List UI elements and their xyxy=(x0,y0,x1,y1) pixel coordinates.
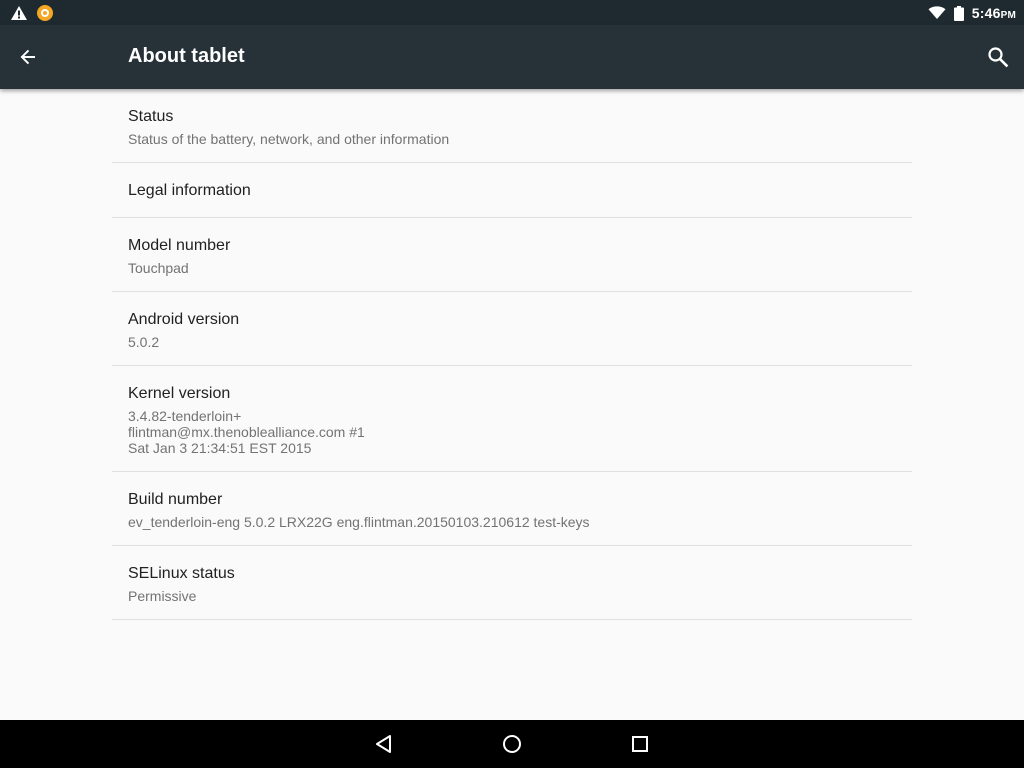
app-bar: About tablet xyxy=(0,25,1024,89)
nav-home-button[interactable] xyxy=(500,732,524,756)
list-item-legal-information[interactable]: Legal information xyxy=(112,163,912,218)
settings-list: Status Status of the battery, network, a… xyxy=(112,89,912,620)
item-subtitle: ev_tenderloin-eng 5.0.2 LRX22G eng.flint… xyxy=(128,514,590,530)
search-button[interactable] xyxy=(984,43,1012,71)
page-title: About tablet xyxy=(128,45,245,67)
item-subtitle: Status of the battery, network, and othe… xyxy=(128,131,450,147)
status-bar: 5:46PM xyxy=(0,0,1024,25)
item-subtitle: Permissive xyxy=(128,588,197,604)
home-circle-icon xyxy=(503,735,521,753)
warning-icon xyxy=(11,6,27,20)
back-triangle-icon xyxy=(376,735,391,753)
item-title: Model number xyxy=(128,237,231,254)
list-item-android-version[interactable]: Android version 5.0.2 xyxy=(112,292,912,366)
battery-icon xyxy=(953,5,964,21)
clock-ampm: PM xyxy=(1000,10,1016,21)
item-subtitle: 3.4.82-tenderloin+ flintman@mx.thenoblea… xyxy=(128,408,365,456)
notification-icon xyxy=(37,5,53,21)
clock-time: 5:46 xyxy=(971,5,1001,21)
item-title: Build number xyxy=(128,491,223,508)
list-item-model-number[interactable]: Model number Touchpad xyxy=(112,218,912,292)
item-subtitle: 5.0.2 xyxy=(128,334,160,350)
nav-recents-button[interactable] xyxy=(628,732,652,756)
list-item-status[interactable]: Status Status of the battery, network, a… xyxy=(112,89,912,163)
item-title: SELinux status xyxy=(128,565,235,582)
item-subtitle: Touchpad xyxy=(128,260,189,276)
clock: 5:46PM xyxy=(972,5,1016,21)
screen: 5:46PM About tablet Status Status of the… xyxy=(0,0,1024,768)
item-title: Status xyxy=(128,108,174,125)
list-item-kernel-version[interactable]: Kernel version 3.4.82-tenderloin+ flintm… xyxy=(112,366,912,472)
list-item-build-number[interactable]: Build number ev_tenderloin-eng 5.0.2 LRX… xyxy=(112,472,912,546)
item-title: Legal information xyxy=(128,182,251,199)
list-item-selinux-status[interactable]: SELinux status Permissive xyxy=(112,546,912,620)
recents-square-icon xyxy=(632,736,648,752)
item-title: Kernel version xyxy=(128,385,231,402)
arrow-back-icon xyxy=(20,49,35,65)
status-bar-right: 5:46PM xyxy=(928,3,1016,23)
status-bar-left xyxy=(10,4,53,22)
back-button[interactable] xyxy=(14,43,42,71)
wifi-icon xyxy=(928,6,946,19)
navigation-bar xyxy=(0,720,1024,768)
item-title: Android version xyxy=(128,311,240,328)
nav-back-button[interactable] xyxy=(372,732,396,756)
search-icon xyxy=(988,47,1009,68)
